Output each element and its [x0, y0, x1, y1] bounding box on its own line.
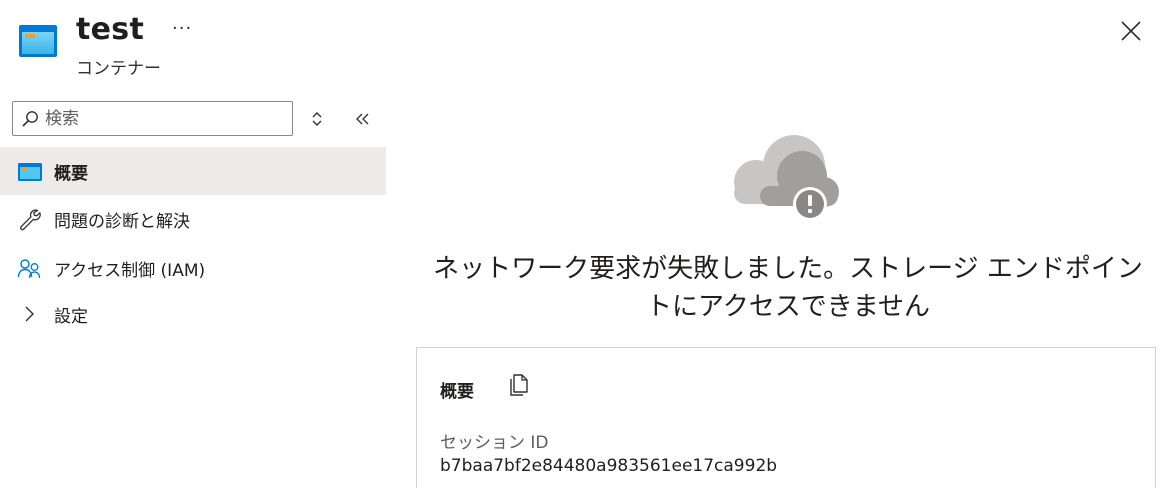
people-icon: [17, 259, 41, 279]
search-box[interactable]: [12, 101, 293, 136]
chevron-right-icon: [25, 306, 34, 322]
container-blade: test ··· コンテナー 概要 問題の診断と解決: [0, 0, 1162, 488]
copy-icon[interactable]: [509, 372, 531, 398]
details-card: 概要 セッション ID b7baa7bf2e84480a983561ee17ca…: [416, 347, 1156, 488]
wrench-icon: [20, 209, 41, 231]
session-id-value: b7baa7bf2e84480a983561ee17ca992b: [440, 456, 778, 476]
session-id-label: セッション ID: [440, 433, 549, 453]
cloud-warning-icon: [734, 135, 839, 220]
container-icon: [19, 25, 57, 57]
more-options-button[interactable]: ···: [172, 18, 192, 39]
error-message-line2: トにアクセスできません: [646, 292, 930, 322]
search-icon: [22, 111, 38, 127]
sidebar-item-access-control[interactable]: アクセス制御 (IAM): [0, 244, 386, 292]
sidebar-item-label: アクセス制御 (IAM): [54, 260, 206, 281]
close-icon[interactable]: [1118, 18, 1144, 44]
sort-toggle-icon[interactable]: [308, 108, 326, 130]
page-subtitle: コンテナー: [76, 59, 161, 79]
sidebar-item-overview[interactable]: 概要: [0, 147, 386, 195]
collapse-sidebar-icon[interactable]: [353, 111, 371, 127]
sidebar-item-settings[interactable]: 設定: [0, 290, 386, 338]
error-message-line1: ネットワーク要求が失敗しました。ストレージ エンドポイン: [433, 254, 1143, 284]
sidebar-item-label: 問題の診断と解決: [54, 211, 190, 232]
sidebar-item-diagnose[interactable]: 問題の診断と解決: [0, 195, 386, 243]
error-message: ネットワーク要求が失敗しました。ストレージ エンドポイン トにアクセスできません: [400, 250, 1162, 326]
search-input[interactable]: [45, 105, 285, 132]
container-icon: [18, 163, 42, 181]
sidebar-item-label: 概要: [54, 163, 88, 184]
sidebar-item-label: 設定: [54, 306, 88, 327]
page-title: test: [76, 12, 145, 47]
card-title: 概要: [440, 382, 474, 402]
